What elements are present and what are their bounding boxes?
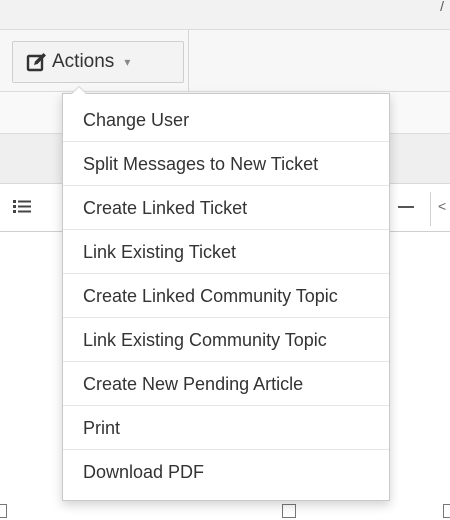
checkbox[interactable] [443,504,450,518]
actions-dropdown-menu: Change User Split Messages to New Ticket… [62,86,390,501]
menu-item-create-linked-ticket[interactable]: Create Linked Ticket [63,186,389,230]
toolbar-divider [188,30,189,92]
menu-item-create-new-pending-article[interactable]: Create New Pending Article [63,362,389,406]
horizontal-rule-icon[interactable] [398,206,414,208]
actions-button-label: Actions [52,51,115,72]
checkbox[interactable] [282,504,296,518]
list-icon[interactable] [12,196,32,216]
actions-button[interactable]: Actions ▾ [12,41,184,83]
menu-item-download-pdf[interactable]: Download PDF [63,450,389,494]
menu-item-link-existing-community-topic[interactable]: Link Existing Community Topic [63,318,389,362]
menu-item-print[interactable]: Print [63,406,389,450]
menu-item-split-messages[interactable]: Split Messages to New Ticket [63,142,389,186]
ticket-toolbar: Actions ▾ [0,30,450,92]
app-window: / Actions ▾ < Change User Split Messages… [0,0,450,520]
chevron-down-icon: ▾ [124,55,131,69]
left-arrow-icon[interactable]: < [438,198,446,214]
menu-item-link-existing-ticket[interactable]: Link Existing Ticket [63,230,389,274]
checkbox[interactable] [0,504,7,518]
editor-toolbar-divider [430,192,431,226]
edit-icon [26,53,46,72]
top-fragment-text: / [440,0,444,14]
dropdown-pointer [71,86,87,94]
menu-item-change-user[interactable]: Change User [63,98,389,142]
top-strip: / [0,0,450,30]
menu-item-create-linked-community-topic[interactable]: Create Linked Community Topic [63,274,389,318]
